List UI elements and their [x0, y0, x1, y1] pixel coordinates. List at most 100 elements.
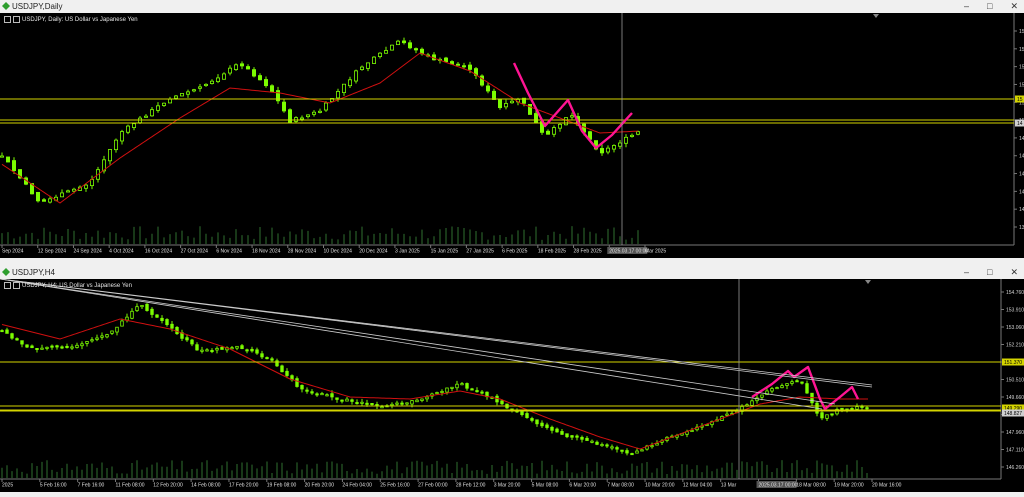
candle-body [161, 102, 166, 106]
maximize-button[interactable]: □ [987, 0, 992, 13]
candle-body [255, 349, 259, 354]
price-axis-label: 15 [1019, 47, 1024, 53]
candle-body [360, 401, 364, 404]
time-axis-label: 5 Mar 08:00 [532, 483, 559, 489]
candle-body [485, 85, 490, 92]
chart-window-icon [2, 2, 10, 10]
price-axis-label: 14 [1019, 189, 1024, 195]
candle-body [269, 85, 274, 93]
candle-body [440, 390, 444, 393]
candle-body [0, 330, 4, 333]
candle-body [108, 149, 113, 162]
candle-body [295, 378, 299, 387]
candle-body [245, 66, 250, 70]
time-axis-label: 28 Feb 2025 [574, 249, 602, 255]
candle-body [353, 70, 358, 82]
candle-body [347, 79, 352, 87]
h4-window-titlebar[interactable]: USDJPY,H4 – □ ✕ [0, 266, 1024, 280]
candle-body [790, 381, 794, 384]
candle-body [565, 433, 569, 438]
candle-body [600, 148, 605, 154]
price-tag-label: 15 [1017, 97, 1023, 103]
candle-body [443, 57, 448, 63]
daily-chart-label-text: USDJPY, Daily: US Dollar vs Japanese Yen [22, 17, 138, 24]
daily-window-titlebar[interactable]: USDJPY,Daily – □ ✕ [0, 0, 1024, 14]
daily-chart-canvas[interactable]: 1515151515151414141414131514Sep 202412 S… [0, 13, 1024, 258]
candle-body [55, 345, 59, 348]
time-axis-label: 7 Feb 16:00 [78, 483, 105, 489]
candle-body [45, 346, 49, 349]
candle-body [340, 399, 344, 402]
candle-body [630, 453, 634, 456]
candle-body [335, 397, 339, 400]
maximize-button[interactable]: □ [987, 266, 992, 279]
candle-body [285, 370, 289, 376]
price-tag-label: 148.827 [1004, 411, 1022, 417]
candle-body [215, 77, 220, 82]
minimize-button[interactable]: – [964, 0, 969, 13]
h4-chart-window[interactable]: USDJPY,H4 – □ ✕ 154.760 153.910 153.060 152… [0, 266, 1024, 492]
candle-body [371, 56, 376, 64]
time-axis-label: 27 Feb 00:00 [418, 483, 448, 489]
candle-body [114, 139, 119, 151]
candle-body [270, 358, 274, 361]
candle-body [558, 123, 563, 129]
candle-body [479, 75, 484, 86]
price-axis-label: 14 [1019, 154, 1024, 160]
time-axis-label: 10 Dec 2024 [324, 249, 353, 255]
candle-body [11, 160, 16, 172]
candle-body [10, 333, 14, 339]
candle-body [250, 348, 254, 352]
candle-body [618, 142, 623, 147]
candle-body [830, 413, 834, 416]
candle-body [130, 310, 134, 319]
candle-body [170, 323, 174, 329]
candle-body [341, 83, 346, 93]
h4-plot-area[interactable]: 154.760153.910153.060152.210151.360150.5… [0, 278, 1024, 492]
moving-average-line [1, 318, 868, 450]
candle-body [0, 155, 4, 158]
candle-body [435, 392, 439, 395]
candle-body [460, 383, 464, 386]
candle-body [450, 386, 454, 389]
candle-body [585, 437, 589, 441]
candle-body [72, 188, 77, 192]
candle-body [470, 388, 474, 391]
candle-body [345, 398, 349, 402]
price-tag-label: 151.370 [1004, 360, 1022, 366]
h4-chart-label: USDJPY, H4: US Dollar vs Japanese Yen [4, 282, 132, 289]
candle-body [455, 63, 460, 66]
time-axis-label: 20 Dec 2024 [359, 249, 388, 255]
candle-body [795, 380, 799, 383]
time-axis-label: 6 Mar 20:00 [569, 483, 596, 489]
daily-chart-window[interactable]: USDJPY,Daily – □ ✕ 151515151515141414141… [0, 0, 1024, 258]
close-button[interactable]: ✕ [1010, 266, 1018, 279]
candle-body [389, 44, 394, 51]
candle-body [323, 102, 328, 111]
candle-body [60, 346, 64, 349]
candle-body [497, 98, 502, 109]
h4-chart-canvas[interactable]: 154.760153.910153.060152.210151.360150.5… [0, 278, 1024, 492]
candle-body [280, 365, 284, 373]
candle-body [167, 98, 172, 104]
daily-plot-area[interactable]: 1515151515151414141414131514Sep 202412 S… [0, 13, 1024, 258]
time-axis-label: Mar 2025 [645, 249, 666, 255]
candle-body [65, 345, 69, 348]
candle-body [425, 396, 429, 400]
candle-body [750, 400, 754, 406]
candle-body [40, 347, 44, 350]
candle-body [66, 190, 71, 193]
candle-body [350, 399, 354, 402]
candle-body [155, 105, 160, 111]
candle-body [35, 348, 39, 351]
minimize-button[interactable]: – [964, 266, 969, 279]
candle-body [560, 431, 564, 435]
candle-body [545, 424, 549, 428]
symbol-icon [13, 16, 20, 23]
candle-body [227, 67, 232, 74]
candle-body [610, 446, 614, 449]
candle-body [221, 73, 226, 80]
time-axis-label: 2025.03.17 00:00 [609, 249, 648, 255]
close-button[interactable]: ✕ [1010, 0, 1018, 13]
candle-body [191, 89, 196, 92]
